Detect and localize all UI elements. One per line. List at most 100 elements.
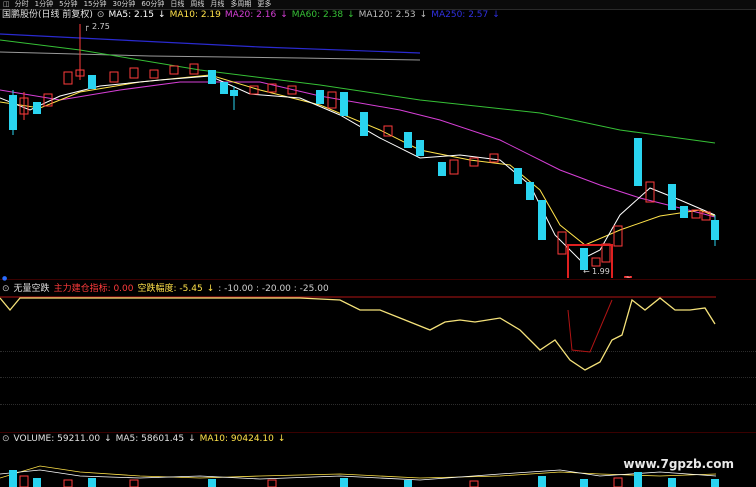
candle xyxy=(129,67,139,79)
ma250-arrow: ↓ xyxy=(492,10,500,20)
candle xyxy=(208,70,216,84)
signal-marker-text: 涨 xyxy=(625,276,631,278)
volume-ma-line xyxy=(0,465,717,479)
volume-bar xyxy=(9,470,17,487)
ma5-line xyxy=(0,75,716,261)
ma20-arrow: ↓ xyxy=(280,10,288,20)
menu-icon[interactable]: ◫ xyxy=(3,0,10,8)
volume-ma5: MA5: 58601.45 xyxy=(115,434,185,444)
ma60-arrow: ↓ xyxy=(347,10,355,20)
volume-bar xyxy=(129,479,139,487)
candle xyxy=(360,112,368,136)
stock-name: 国鹏股份(日线 前复权) xyxy=(2,10,93,20)
volume-ma10: MA10: 90424.10 xyxy=(199,434,274,444)
ma250-line xyxy=(0,33,421,54)
volume-bar xyxy=(711,479,719,487)
candle xyxy=(557,231,567,255)
candle xyxy=(438,162,446,176)
tab-1min[interactable]: 1分钟 xyxy=(35,0,53,8)
candle xyxy=(316,90,324,104)
ma60-label: MA60: 2.38 xyxy=(291,10,344,20)
volume-bar xyxy=(267,479,277,487)
tab-intraday[interactable]: 分时 xyxy=(15,0,29,8)
candle xyxy=(416,140,424,156)
panel-divider-top xyxy=(0,279,756,280)
ma120-line xyxy=(0,51,421,61)
candle xyxy=(613,225,623,247)
ma20-line xyxy=(0,81,716,218)
candle xyxy=(109,71,119,83)
candle xyxy=(668,184,676,210)
candle xyxy=(33,102,41,114)
divider-marker: ● xyxy=(2,275,8,282)
candle xyxy=(645,181,655,203)
candle xyxy=(327,91,337,109)
site-watermark: www.7gpzb.com xyxy=(623,457,734,471)
candle xyxy=(591,257,601,267)
volume-bar xyxy=(63,479,73,487)
candle xyxy=(220,82,228,94)
ma5-arrow: ↓ xyxy=(158,10,166,20)
ma250-label: MA250: 2.57 xyxy=(431,10,489,20)
candle xyxy=(711,220,719,240)
candle xyxy=(230,90,238,96)
high-price-value: 2.75 xyxy=(92,22,110,31)
ma20-label: MA20: 2.16 xyxy=(224,10,277,20)
candle xyxy=(63,71,73,85)
tab-multi-period[interactable]: 多周期 xyxy=(230,0,251,8)
ma-settings-icon[interactable]: ⊙ xyxy=(97,10,105,20)
volume-ma5-arrow: ↓ xyxy=(188,434,196,444)
volume-bar xyxy=(668,478,676,487)
ma120-label: MA120: 2.53 xyxy=(358,10,416,20)
high-price-label: ┌ xyxy=(84,22,89,32)
build-position-line xyxy=(567,299,613,353)
candle xyxy=(680,206,688,218)
volume-bar xyxy=(88,478,96,487)
candle xyxy=(404,132,412,148)
volume-arrow: ↓ xyxy=(104,434,112,444)
candle xyxy=(449,159,459,175)
indicator-chart[interactable] xyxy=(0,290,756,430)
candle xyxy=(340,92,348,116)
candle xyxy=(88,75,96,89)
ma120-arrow: ↓ xyxy=(419,10,428,20)
low-price-value: 1.99 xyxy=(592,267,610,276)
volume-bar xyxy=(634,472,642,487)
tab-daily[interactable]: 日线 xyxy=(170,0,184,8)
low-price-arrow: ← xyxy=(583,267,590,276)
ma10-label: MA10: 2.19 xyxy=(169,10,221,20)
volume-settings-icon[interactable]: ⊙ xyxy=(2,434,10,444)
ma5-label: MA5: 2.15 xyxy=(108,10,155,20)
volume-bar xyxy=(613,477,623,487)
tab-60min[interactable]: 60分钟 xyxy=(141,0,164,8)
candle xyxy=(538,200,546,240)
volume-bar xyxy=(33,478,41,487)
tab-more[interactable]: 更多 xyxy=(257,0,271,8)
volume-ma10-arrow: ↓ xyxy=(277,434,286,444)
candle xyxy=(9,95,17,130)
tab-monthly[interactable]: 月线 xyxy=(210,0,224,8)
volume-bars xyxy=(9,470,719,487)
candle xyxy=(526,182,534,200)
volume-bar xyxy=(580,479,588,487)
tab-5min[interactable]: 5分钟 xyxy=(59,0,77,8)
tab-weekly[interactable]: 周线 xyxy=(190,0,204,8)
volume-bar xyxy=(469,480,479,487)
candle xyxy=(601,243,611,263)
volume-bar xyxy=(538,476,546,487)
ma10-line xyxy=(0,74,716,246)
candle xyxy=(634,138,642,186)
volume-value: VOLUME: 59211.00 xyxy=(13,434,101,444)
tab-30min[interactable]: 30分钟 xyxy=(112,0,135,8)
volume-bar xyxy=(340,478,348,487)
candle xyxy=(514,168,522,184)
candle xyxy=(149,69,159,79)
ma60-line xyxy=(0,39,716,144)
volume-header: ⊙ VOLUME: 59211.00 ↓ MA5: 58601.45 ↓ MA10: 90… xyxy=(2,433,289,445)
candle xyxy=(469,157,479,167)
candle xyxy=(489,153,499,163)
volume-bar xyxy=(19,475,29,487)
candlestick-chart[interactable]: 涨 ┌ 2.75 ← 1.99 xyxy=(0,20,756,278)
candle xyxy=(169,65,179,75)
tab-15min[interactable]: 15分钟 xyxy=(84,0,107,8)
